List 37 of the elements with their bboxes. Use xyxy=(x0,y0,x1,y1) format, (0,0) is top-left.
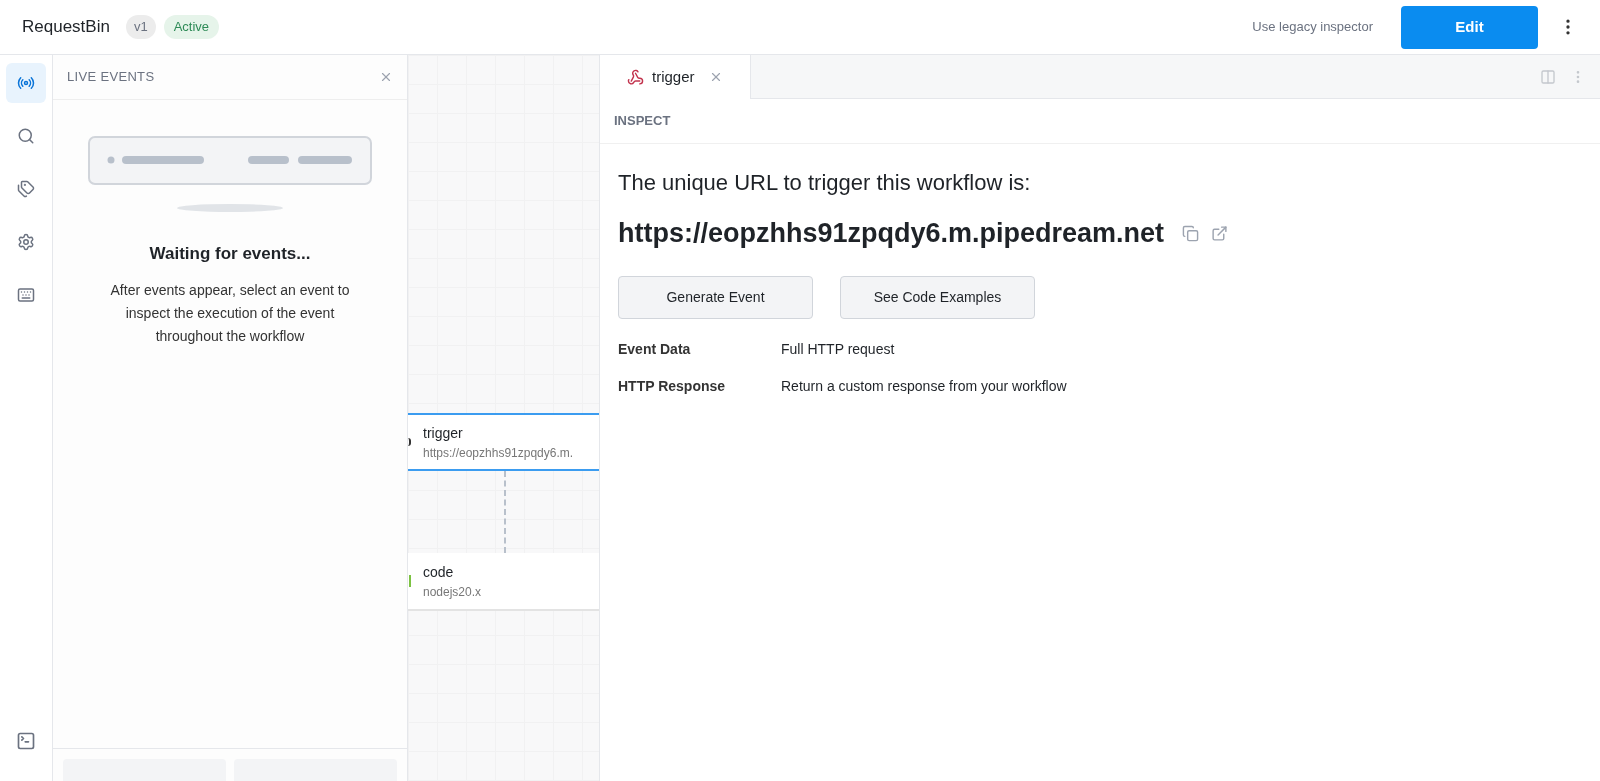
workflow-node[interactable]: trigger https://eopzhhs91zpqdy6.m. xyxy=(408,413,599,471)
intro-text: The unique URL to trigger this workflow is: xyxy=(618,169,1032,197)
node-icon xyxy=(408,438,411,446)
webhook-icon xyxy=(627,68,644,86)
version-badge: v1 xyxy=(125,15,156,39)
legacy-inspector-link[interactable]: Use legacy inspector xyxy=(1252,17,1373,37)
copy-icon[interactable] xyxy=(1182,224,1200,242)
node-name: code xyxy=(423,562,455,582)
property-value: Return a custom response from your workflow xyxy=(781,376,1067,396)
split-view-icon[interactable] xyxy=(1540,68,1556,85)
property-label: HTTP Response xyxy=(618,376,727,396)
panel-title: LIVE EVENTS xyxy=(67,68,155,87)
action-button[interactable]: Generate Event xyxy=(618,275,813,319)
status-badge: Active xyxy=(163,15,220,39)
action-button[interactable]: See Code Examples xyxy=(840,275,1035,319)
inspector-tab[interactable]: trigger xyxy=(600,55,751,99)
keyboard-icon xyxy=(17,286,35,304)
rail-button[interactable] xyxy=(6,63,46,103)
terminal-icon[interactable] xyxy=(16,731,36,751)
workflow-node[interactable]: code nodejs20.x xyxy=(408,553,599,611)
trigger-url: https://eopzhhs91zpqdy6.m.pipedream.net xyxy=(618,217,1165,250)
waiting-message: After events appear, select an event to inspect the execution of the event throughout the workflow xyxy=(109,280,351,346)
node-icon xyxy=(408,575,411,587)
tags-icon xyxy=(17,180,35,198)
node-detail: https://eopzhhs91zpqdy6.m. xyxy=(423,444,574,462)
property-label: Event Data xyxy=(618,339,692,359)
waiting-heading: Waiting for events... xyxy=(149,243,311,265)
external-link-icon[interactable] xyxy=(1211,224,1229,242)
property-value: Full HTTP request xyxy=(781,339,895,359)
node-name: trigger xyxy=(423,423,464,443)
close-icon[interactable] xyxy=(379,70,393,84)
search-icon xyxy=(17,127,35,145)
section-title: INSPECT xyxy=(614,112,671,131)
broadcast-icon xyxy=(17,74,35,92)
settings-icon xyxy=(17,233,35,251)
node-detail: nodejs20.x xyxy=(423,583,482,601)
workflow-title: RequestBin xyxy=(22,16,110,39)
